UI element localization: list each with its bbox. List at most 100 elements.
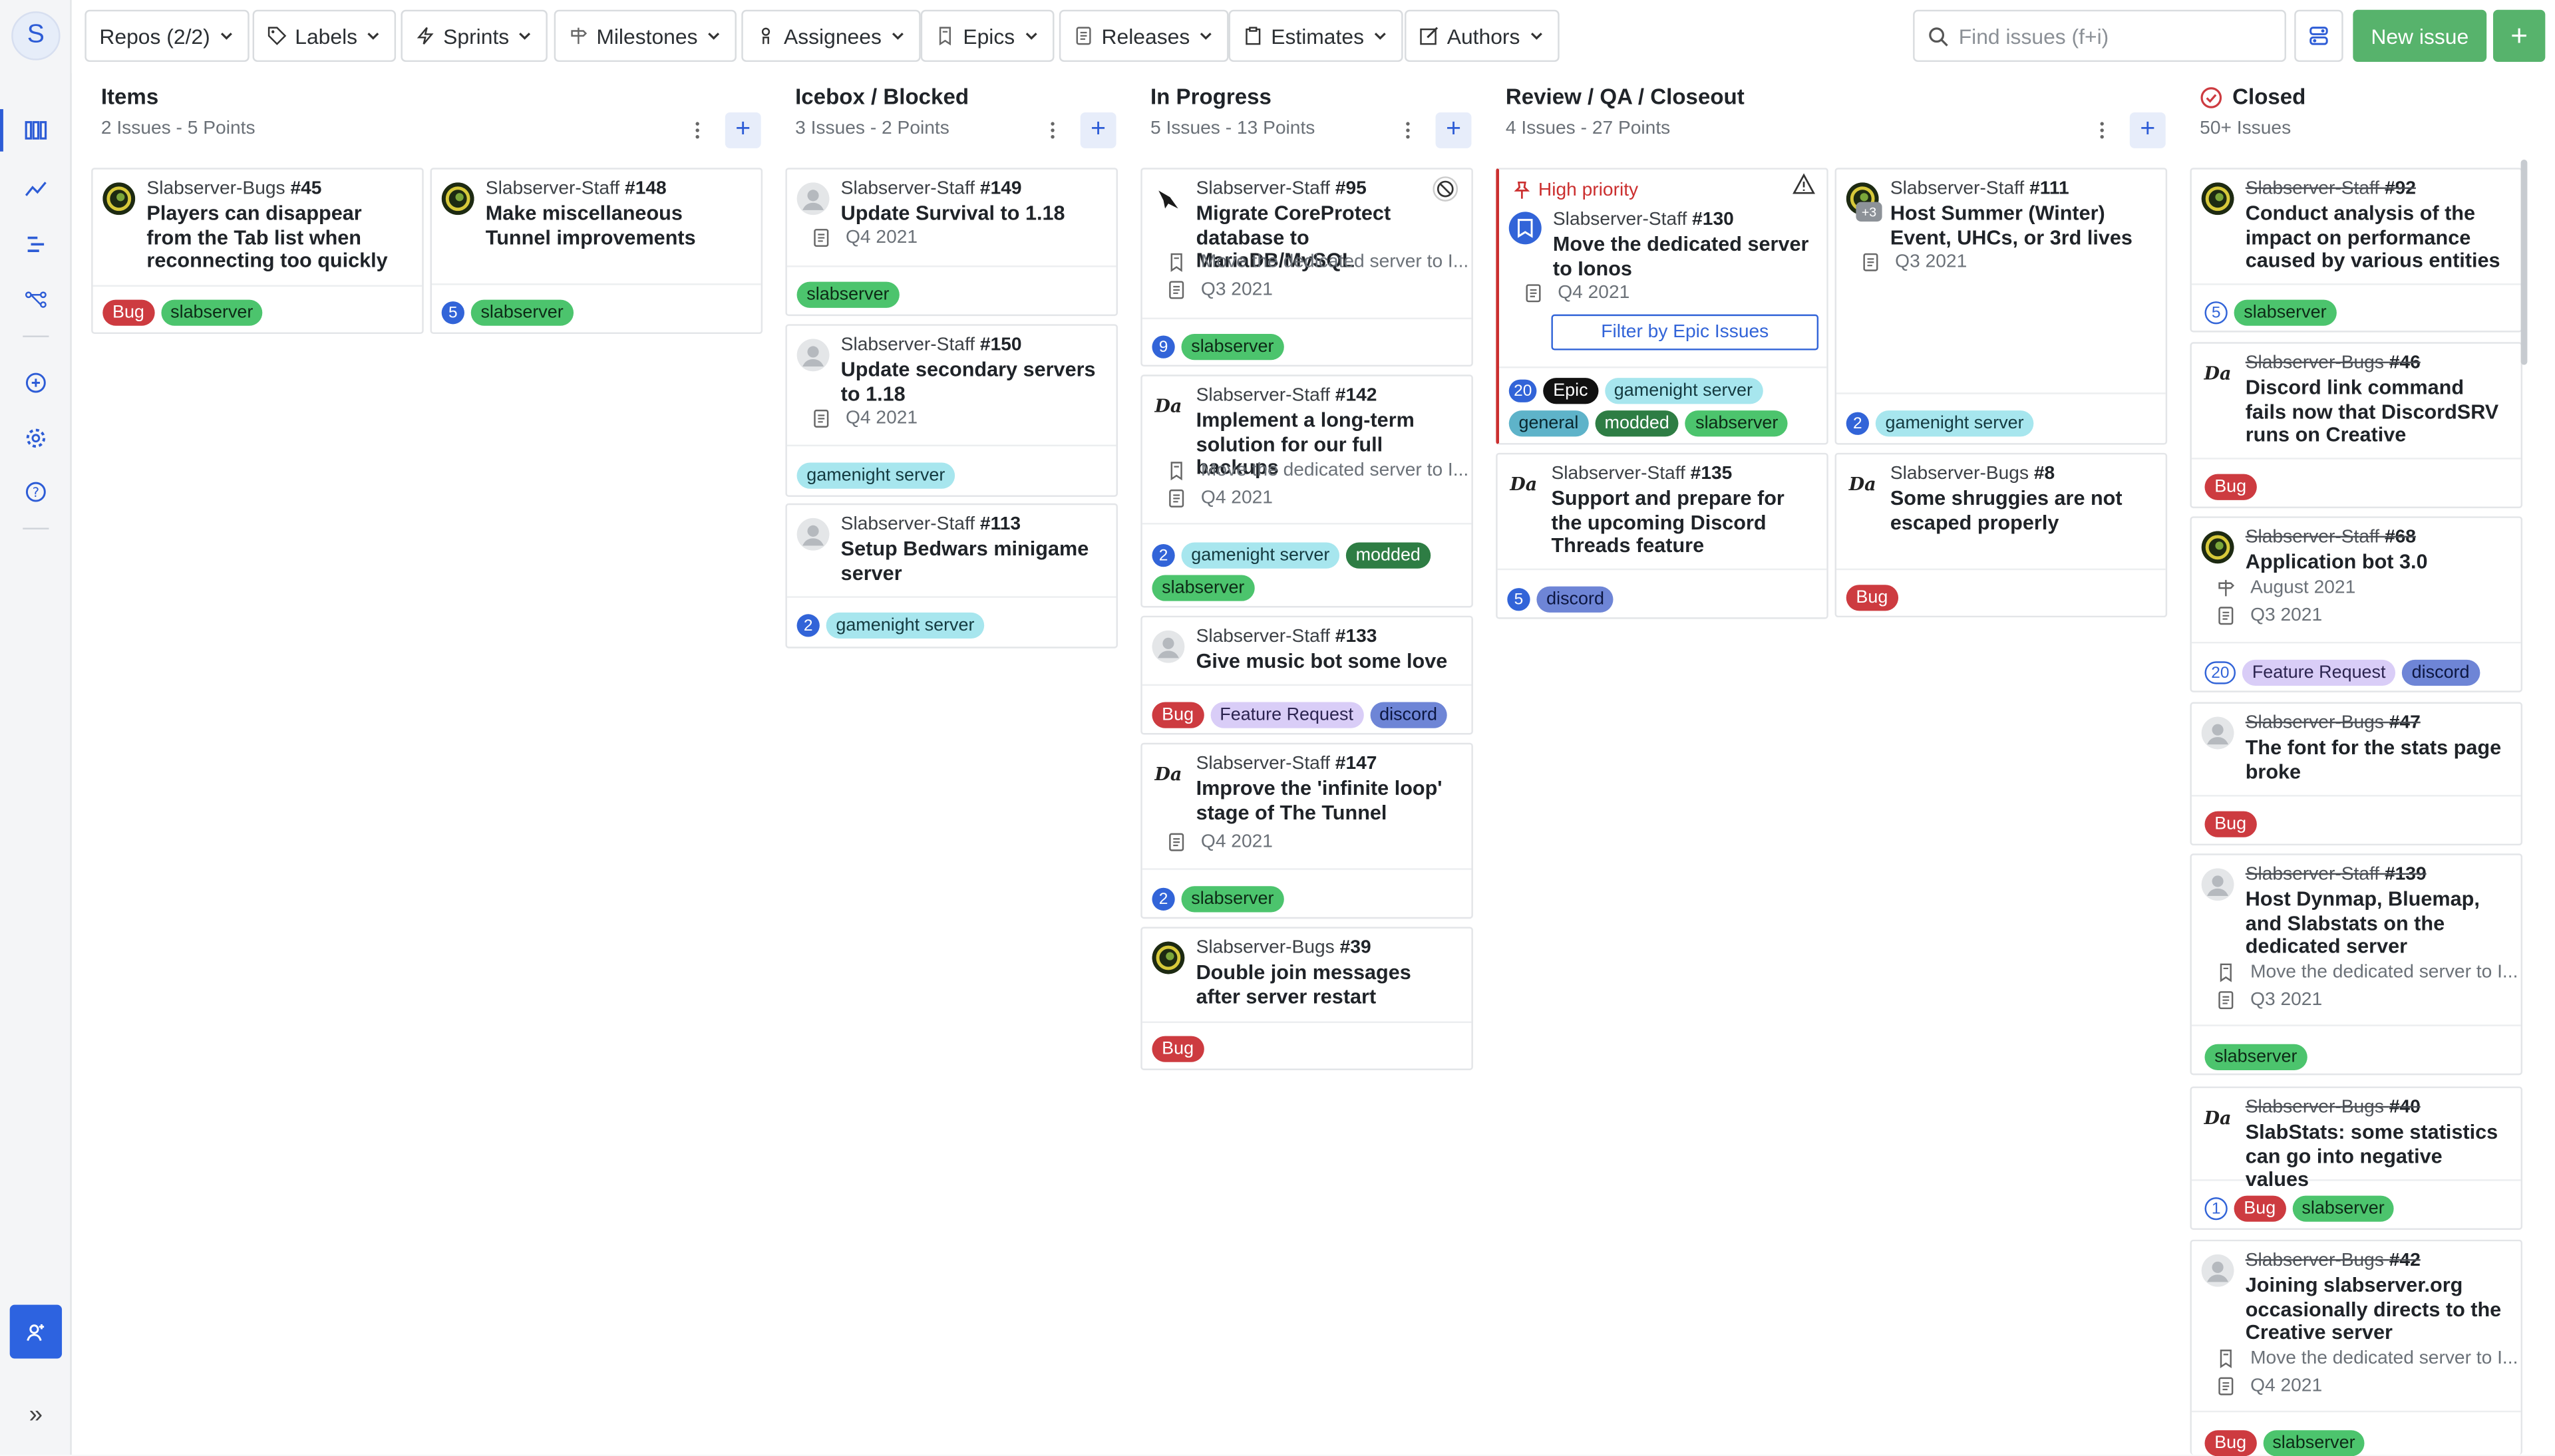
label-slabserver[interactable]: slabserver [1181,334,1284,361]
issue-card[interactable]: Slabserver-Staff #113 Setup Bedwars mini… [785,503,1118,649]
reports-icon[interactable] [0,168,72,210]
new-issue-button[interactable]: New issue [2353,9,2487,63]
search-box[interactable] [1913,9,2286,63]
issue-card[interactable]: Slabserver-Staff #133 Give music bot som… [1140,615,1473,735]
column-menu-icon[interactable] [1391,116,1424,145]
estimate-badge: 2 [796,614,820,637]
milestones-filter[interactable]: Milestones [554,9,737,63]
label-bug[interactable]: Bug [2234,1195,2286,1222]
column-title: Items [100,84,159,110]
label-slabserver[interactable]: slabserver [2234,299,2337,326]
issue-card[interactable]: Slabserver-Staff #142 Implement a long-t… [1140,374,1473,608]
closed-column-scrollbar[interactable] [2520,160,2528,365]
issue-card[interactable]: Slabserver-Bugs #47 The font for the sta… [2190,702,2523,846]
column-summary: 5 Issues - 13 Points [1150,118,1315,139]
label-slabserver[interactable]: slabserver [470,299,574,326]
label-bug[interactable]: Bug [1846,585,1898,611]
epics-filter[interactable]: Epics [920,9,1055,63]
assignees-filter[interactable]: Assignees [741,9,921,63]
label-bug[interactable]: Bug [1152,1036,1204,1062]
label-slabserver[interactable]: slabserver [1152,575,1255,601]
expand-sidebar-icon[interactable]: » [0,1396,72,1432]
column-menu-icon[interactable] [2086,116,2119,145]
column-menu-icon[interactable] [1037,116,1069,145]
issue-card[interactable]: Slabserver-Staff #150 Update secondary s… [785,324,1118,497]
column-add-button[interactable]: + [1435,112,1472,148]
issue-card[interactable]: Slabserver-Staff #147 Improve the 'infin… [1140,742,1473,919]
label-gamenight[interactable]: gamenight server [1604,378,1763,404]
blocked-icon[interactable] [1433,176,1458,202]
label-discord[interactable]: discord [1536,586,1614,613]
label-bug[interactable]: Bug [2204,1430,2256,1456]
issue-card[interactable]: Slabserver-Bugs #45 Players can disappea… [91,168,424,335]
issue-card[interactable]: Slabserver-Staff #139 Host Dynmap, Bluem… [2190,853,2523,1076]
label-discord[interactable]: discord [1369,702,1447,728]
add-button[interactable]: + [2492,9,2546,63]
issue-card[interactable]: Slabserver-Bugs #40 SlabStats: some stat… [2190,1086,2523,1230]
issue-repo: Slabserver-Staff #150 [840,335,1022,355]
label-general[interactable]: general [1508,410,1589,437]
label-gamenight[interactable]: gamenight server [826,612,985,639]
issue-card[interactable]: Slabserver-Bugs #46 Discord link command… [2190,342,2523,509]
issue-card[interactable]: Slabserver-Bugs #39 Double join messages… [1140,927,1473,1070]
label-gamenight[interactable]: gamenight server [1875,410,2034,437]
issue-labels: 20 Epic gamenight server general modded slabs… [1508,378,1817,437]
labels-filter[interactable]: Labels [252,9,397,63]
label-gamenight[interactable]: gamenight server [1181,542,1340,569]
label-gamenight[interactable]: gamenight server [796,462,955,489]
issue-card[interactable]: Slabserver-Bugs #42 Joining slabserver.o… [2190,1239,2523,1456]
warning-icon[interactable] [1792,173,1816,196]
settings-icon[interactable] [0,417,72,460]
label-modded[interactable]: modded [1594,410,1679,437]
invite-user-button[interactable] [9,1304,63,1359]
issue-card[interactable]: Slabserver-Staff #148 Make miscellaneous… [430,168,763,335]
label-bug[interactable]: Bug [1152,702,1204,728]
dependencies-icon[interactable] [0,279,72,321]
column-menu-icon[interactable] [681,116,714,145]
help-icon[interactable]: ? [0,471,72,513]
issue-labels: slabserver [796,281,1107,308]
label-bug[interactable]: Bug [2204,811,2256,837]
issue-card[interactable]: Slabserver-Bugs #8 Some shruggies are no… [1834,452,2168,618]
chevron-down-icon [218,28,234,44]
issue-card[interactable]: Slabserver-Staff #135 Support and prepar… [1496,452,1828,619]
sprints-filter[interactable]: Sprints [401,9,549,63]
authors-filter[interactable]: Authors [1405,9,1560,63]
issue-card[interactable]: Slabserver-Staff #149 Update Survival to… [785,168,1118,317]
label-slabserver[interactable]: slabserver [1181,886,1284,913]
releases-filter[interactable]: Releases [1059,9,1230,63]
estimates-filter[interactable]: Estimates [1228,9,1403,63]
column-add-button[interactable]: + [2129,112,2166,148]
label-bug[interactable]: Bug [2204,474,2256,500]
repos-filter[interactable]: Repos (2/2) [85,9,250,63]
filter-by-epic-button[interactable]: Filter by Epic Issues [1551,314,1819,351]
roadmap-icon[interactable] [0,223,72,266]
column-summary: 4 Issues - 27 Points [1505,118,1671,139]
label-slabserver[interactable]: slabserver [2292,1195,2395,1222]
board-settings-button[interactable] [2294,9,2343,63]
issue-card[interactable]: +3 Slabserver-Staff #111 Host Summer (Wi… [1834,168,2168,445]
issue-card[interactable]: High priority Slabserver-Staff #130 Move… [1496,168,1828,445]
board-icon[interactable] [0,109,72,152]
label-discord[interactable]: discord [2401,659,2480,686]
label-feature-request[interactable]: Feature Request [2242,659,2396,686]
label-slabserver[interactable]: slabserver [1685,410,1788,437]
column-add-button[interactable]: + [1080,112,1116,148]
label-slabserver[interactable]: slabserver [160,299,263,326]
label-modded[interactable]: modded [1345,542,1431,569]
label-slabserver[interactable]: slabserver [796,281,900,308]
label-feature-request[interactable]: Feature Request [1210,702,1363,728]
avatar [1152,182,1184,215]
issue-card[interactable]: Slabserver-Staff #95 Migrate CoreProtect… [1140,168,1473,367]
column-add-button[interactable]: + [725,112,761,148]
label-bug[interactable]: Bug [102,299,154,326]
issue-release: Q4 2021 [812,228,918,247]
add-icon[interactable] [0,362,72,404]
issue-card[interactable]: Slabserver-Staff #92 Conduct analysis of… [2190,168,2523,333]
search-input[interactable] [1958,23,2269,49]
label-slabserver[interactable]: slabserver [2262,1430,2365,1456]
issue-card[interactable]: Slabserver-Staff #68 Application bot 3.0… [2190,516,2523,692]
workspace-avatar[interactable]: S [11,11,61,61]
label-epic[interactable]: Epic [1543,378,1598,404]
label-slabserver[interactable]: slabserver [2204,1044,2307,1070]
